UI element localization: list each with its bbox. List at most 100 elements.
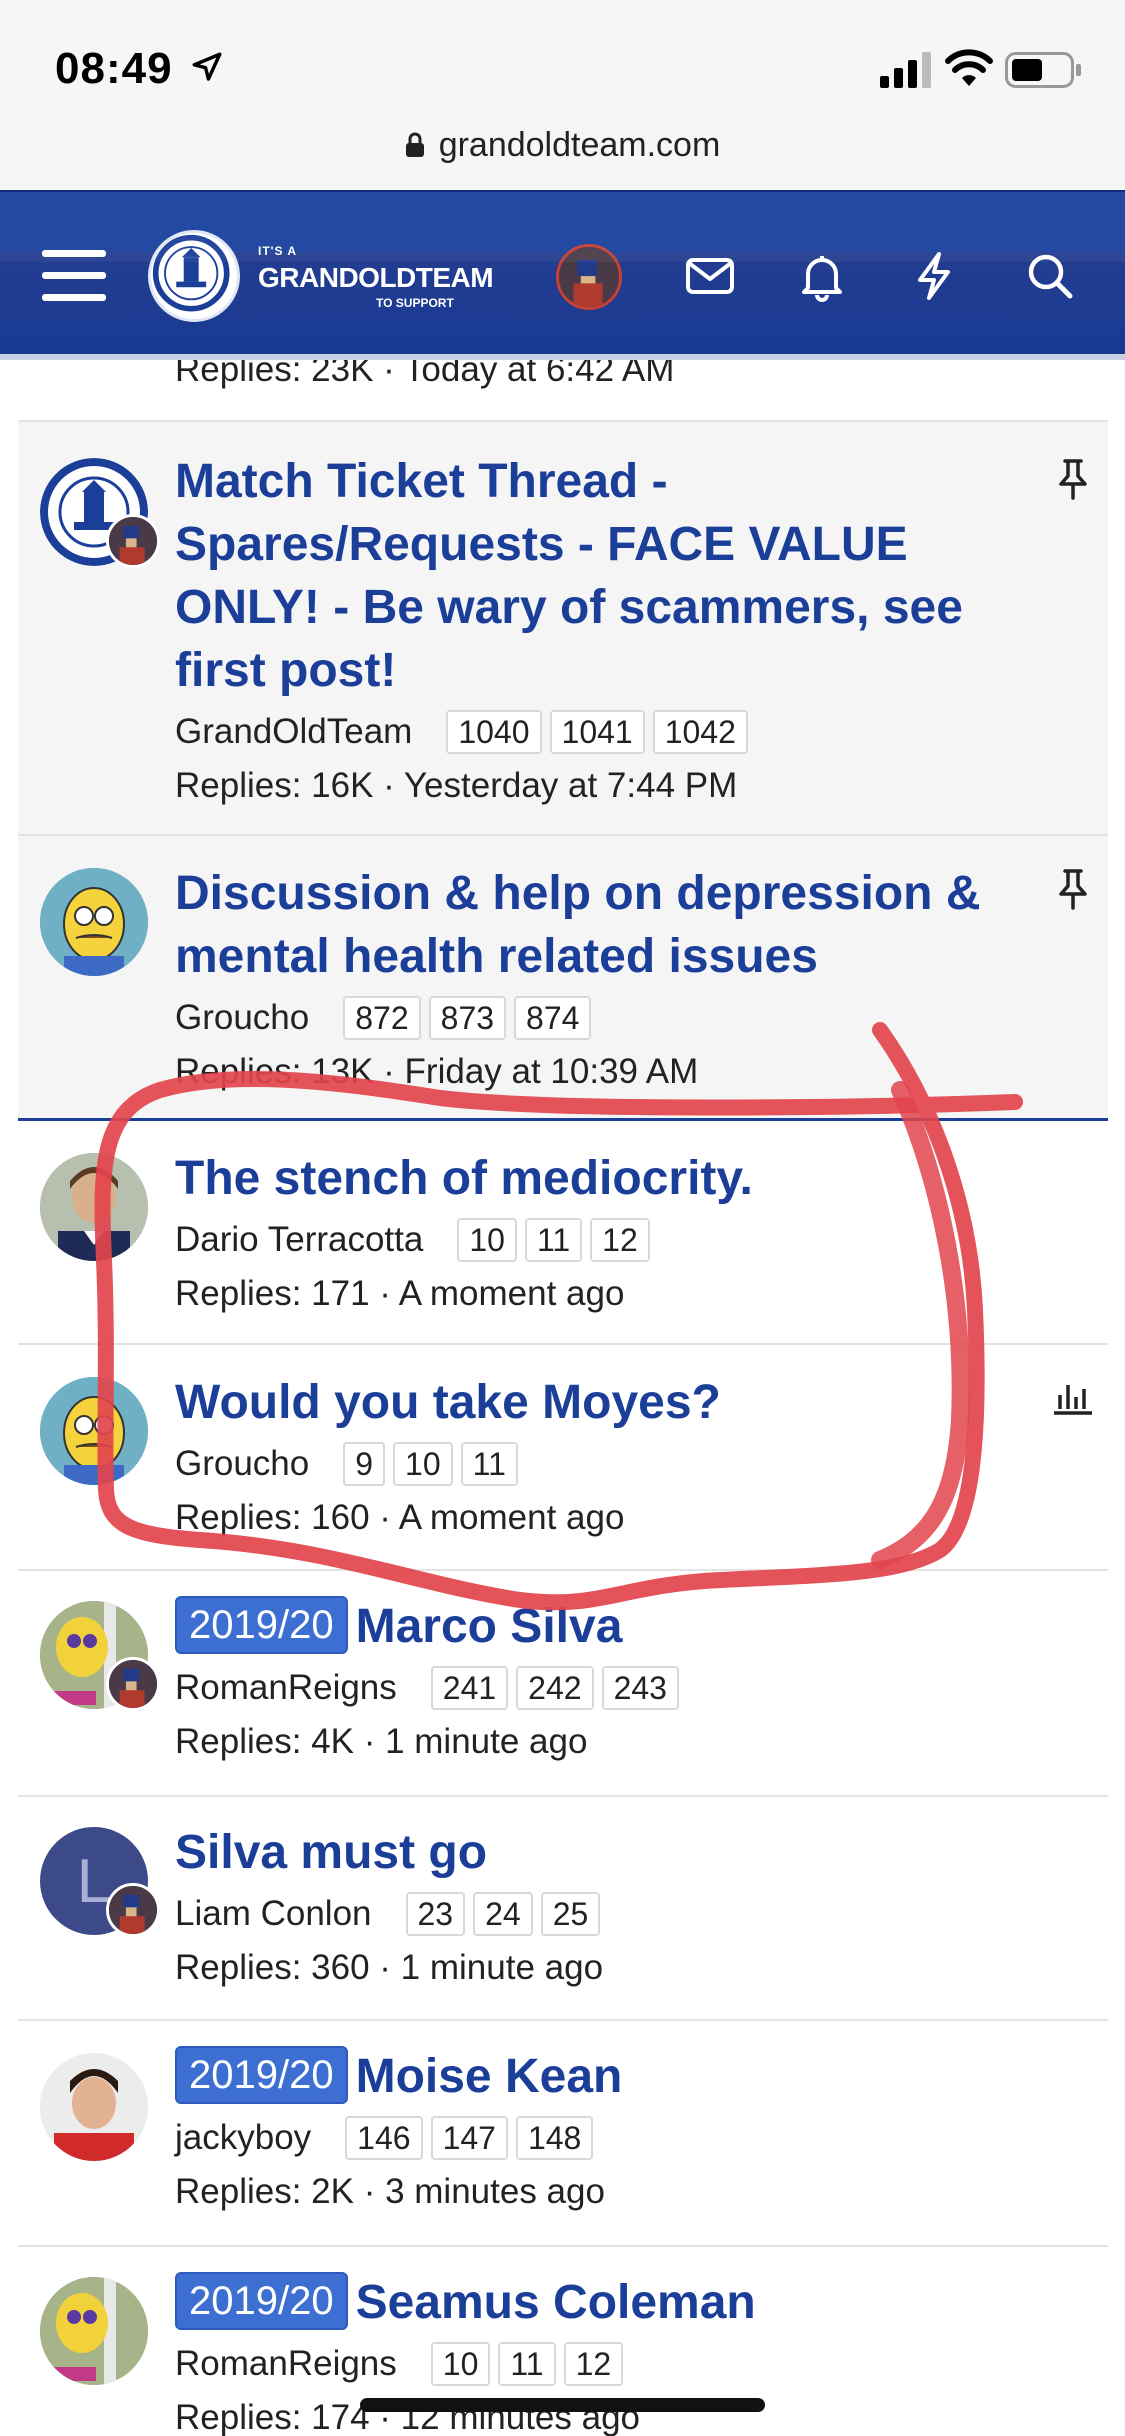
thread-byline: Liam Conlon 23 24 25	[175, 1888, 1048, 1940]
page-link[interactable]: 11	[460, 1442, 518, 1486]
thread-content: Match Ticket Thread - Spares/Requests - …	[175, 450, 1048, 812]
thread-row[interactable]: Replies: 23K · Today at 6:42 AM	[18, 360, 1108, 422]
location-arrow-icon	[192, 52, 222, 81]
home-indicator[interactable]	[360, 2398, 765, 2412]
page-link[interactable]: 12	[563, 2342, 624, 2386]
thread-row[interactable]: Discussion & help on depression & mental…	[18, 836, 1108, 1118]
thread-author[interactable]: RomanReigns	[175, 2338, 397, 2390]
page-link[interactable]: 874	[514, 996, 592, 1040]
page-link[interactable]: 147	[430, 2116, 508, 2160]
page-link[interactable]: 12	[590, 1218, 650, 1262]
page-link[interactable]: 1042	[652, 710, 748, 754]
page-link[interactable]: 146	[345, 2116, 423, 2160]
thread-row[interactable]: 2019/20 Moise Kean jackyboy 146 147 148 R…	[18, 2021, 1108, 2247]
thread-row[interactable]: 2019/20 Marco Silva RomanReigns 241 242 2…	[18, 1571, 1108, 1797]
page-link[interactable]: 148	[515, 2116, 594, 2160]
pin-icon	[1059, 459, 1087, 500]
last-poster-avatar[interactable]	[106, 514, 160, 568]
page-link[interactable]: 10	[430, 2342, 491, 2386]
thread-author[interactable]: GrandOldTeam	[175, 706, 412, 758]
bolt-icon[interactable]	[906, 248, 962, 304]
thread-meta: Replies: 13K · Friday at 10:39 AM	[175, 1052, 699, 1091]
thread-content: Silva must go Liam Conlon 23 24 25 Repli…	[175, 1821, 1048, 1994]
thread-meta: Replies: 171 · A moment ago	[175, 1274, 625, 1313]
thread-title[interactable]: 2019/20 Marco Silva	[175, 1595, 1048, 1658]
thread-avatar[interactable]	[40, 1153, 148, 1261]
thread-author[interactable]: Dario Terracotta	[175, 1214, 423, 1266]
page-link[interactable]: 241	[430, 1666, 509, 1710]
thread-avatar[interactable]	[40, 868, 148, 976]
thread-avatar[interactable]	[40, 2053, 148, 2161]
page-link[interactable]: 24	[473, 1892, 533, 1936]
page-link[interactable]: 1041	[549, 710, 645, 754]
bell-icon[interactable]	[794, 248, 850, 304]
url-domain: grandoldteam.com	[438, 125, 721, 164]
last-poster-avatar[interactable]	[106, 1657, 160, 1711]
thread-meta: Replies: 2K · 3 minutes ago	[175, 2172, 605, 2211]
thread-author[interactable]: Liam Conlon	[175, 1888, 372, 1940]
thread-byline: Groucho 9 10 11	[175, 1438, 1048, 1490]
user-avatar[interactable]	[556, 244, 622, 310]
page-link[interactable]: 11	[524, 1218, 583, 1262]
thread-author[interactable]: Groucho	[175, 992, 309, 1044]
thread-byline: RomanReigns 10 11 12	[175, 2338, 1048, 2390]
page-link[interactable]: 11	[498, 2342, 556, 2386]
thread-meta: Replies: 23K · Today at 6:42 AM	[175, 360, 675, 389]
page-link[interactable]: 10	[457, 1218, 517, 1262]
thread-row[interactable]: The stench of mediocrity. Dario Terracot…	[18, 1121, 1108, 1345]
page-link[interactable]: 243	[601, 1666, 679, 1710]
thread-author[interactable]: Groucho	[175, 1438, 309, 1490]
crest-icon	[152, 234, 230, 312]
page-link[interactable]: 25	[540, 1892, 601, 1936]
page-link[interactable]: 242	[516, 1666, 594, 1710]
thread-title[interactable]: Silva must go	[175, 1821, 1048, 1884]
thread-content: Discussion & help on depression & mental…	[175, 862, 1048, 1098]
last-poster-avatar[interactable]	[106, 1883, 160, 1937]
thread-byline: Groucho 872 873 874	[175, 992, 1048, 1044]
thread-title[interactable]: Match Ticket Thread - Spares/Requests - …	[175, 450, 1048, 702]
thread-meta: Replies: 16K · Yesterday at 7:44 PM	[175, 766, 738, 805]
thread-list: Replies: 23K · Today at 6:42 AM Match Ti…	[18, 360, 1108, 2436]
page-link[interactable]: 9	[343, 1442, 386, 1486]
thread-meta: Replies: 360 · 1 minute ago	[175, 1948, 604, 1987]
menu-icon[interactable]	[42, 250, 106, 302]
poll-icon	[1054, 1385, 1092, 1415]
thread-prefix[interactable]: 2019/20	[175, 2272, 348, 2330]
page-link[interactable]: 10	[393, 1442, 453, 1486]
thread-byline: RomanReigns 241 242 243	[175, 1662, 1048, 1714]
battery-icon	[1005, 52, 1081, 88]
thread-meta: Replies: 4K · 1 minute ago	[175, 1722, 588, 1761]
thread-content: The stench of mediocrity. Dario Terracot…	[175, 1147, 1048, 1320]
thread-prefix[interactable]: 2019/20	[175, 1596, 348, 1654]
cellular-signal-icon	[880, 52, 931, 88]
thread-title[interactable]: Discussion & help on depression & mental…	[175, 862, 1048, 988]
site-logo-text[interactable]: IT'S A GRANDOLDTEAM TO SUPPORT	[258, 244, 494, 310]
page-link[interactable]: 1040	[446, 710, 542, 754]
thread-avatar[interactable]	[40, 2277, 148, 2385]
thread-title[interactable]: Would you take Moyes?	[175, 1371, 1048, 1434]
site-logo-badge[interactable]	[148, 230, 240, 322]
page-link[interactable]: 873	[428, 996, 507, 1040]
thread-content: 2019/20 Marco Silva RomanReigns 241 242 2…	[175, 1595, 1048, 1768]
search-icon[interactable]	[1022, 248, 1078, 304]
thread-title[interactable]: 2019/20 Seamus Coleman	[175, 2271, 1048, 2334]
wifi-icon	[945, 49, 993, 86]
pin-icon	[1059, 869, 1087, 910]
thread-byline: jackyboy 146 147 148	[175, 2112, 1048, 2164]
url-bar[interactable]: grandoldteam.com	[0, 100, 1125, 190]
thread-author[interactable]: RomanReigns	[175, 1662, 397, 1714]
status-time: 08:49	[55, 44, 173, 93]
thread-content: 2019/20 Moise Kean jackyboy 146 147 148 R…	[175, 2045, 1048, 2218]
thread-row[interactable]: Match Ticket Thread - Spares/Requests - …	[18, 422, 1108, 836]
thread-prefix[interactable]: 2019/20	[175, 2046, 348, 2104]
page-link[interactable]: 872	[343, 996, 421, 1040]
thread-title[interactable]: The stench of mediocrity.	[175, 1147, 1048, 1210]
page-link[interactable]: 23	[405, 1892, 466, 1936]
thread-content: Would you take Moyes? Groucho 9 10 11 Re…	[175, 1371, 1048, 1544]
thread-row[interactable]: L Silva must go Liam Conlon 23 24 25 Rep…	[18, 1797, 1108, 2021]
thread-author[interactable]: jackyboy	[175, 2112, 311, 2164]
thread-avatar[interactable]	[40, 1377, 148, 1485]
mail-icon[interactable]	[682, 248, 738, 304]
thread-title[interactable]: 2019/20 Moise Kean	[175, 2045, 1048, 2108]
thread-row[interactable]: Would you take Moyes? Groucho 9 10 11 Re…	[18, 1345, 1108, 1571]
